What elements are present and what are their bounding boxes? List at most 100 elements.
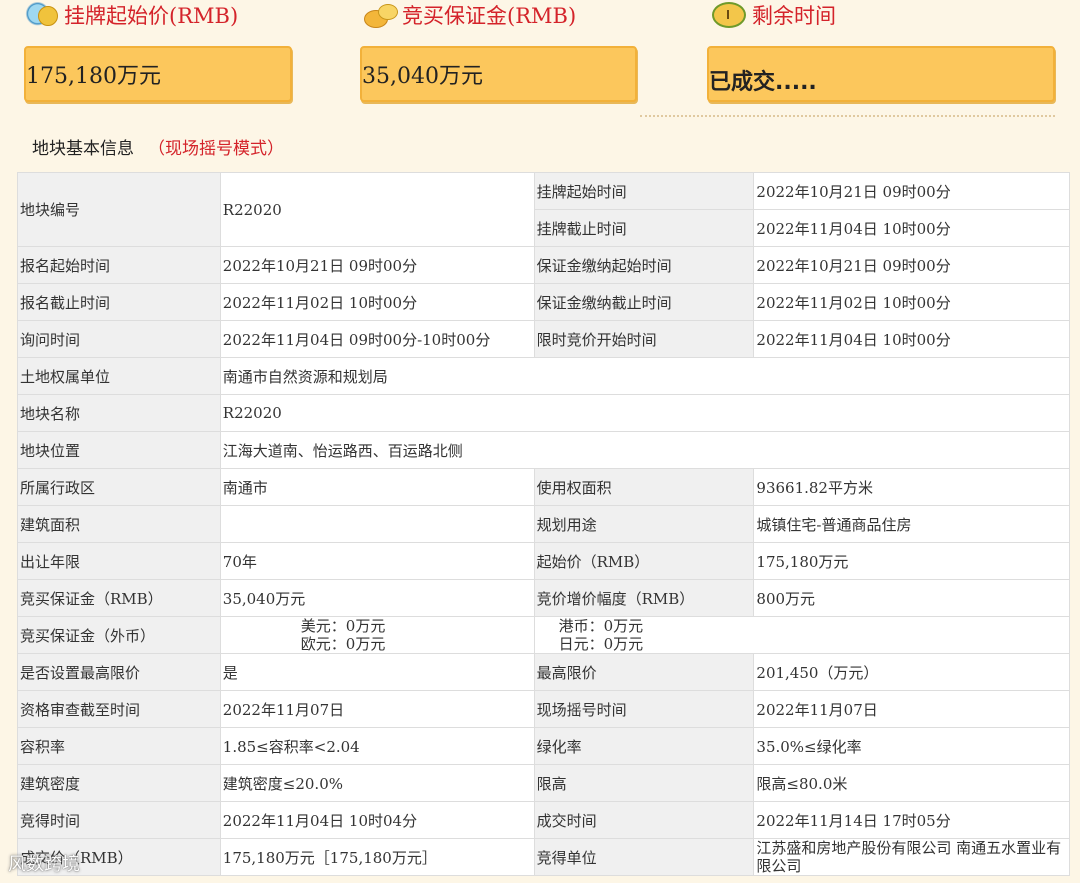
time-left-header: 剩余时间 (712, 0, 836, 30)
deposit-header: 竞买保证金(RMB) (362, 0, 576, 30)
table-row: 报名起始时间 2022年10月21日 09时00分 保证金缴纳起始时间 2022… (17, 246, 1070, 284)
table-cell-value: 35,040万元 (219, 579, 535, 617)
table-row: 资格审查截至时间 2022年11月07日 现场摇号时间 2022年11月07日 (17, 690, 1070, 728)
watermark: 风数跨境 (8, 854, 80, 875)
hkd-deposit: 港币：0万元 (558, 617, 644, 636)
table-cell-value: 35.0%≤绿化率 (753, 727, 1070, 765)
table-cell-label: 地块编号 (17, 172, 221, 247)
jpy-deposit: 日元：0万元 (558, 635, 644, 653)
table-cell-label: 规划用途 (533, 505, 755, 543)
table-cell-label: 地块位置 (17, 431, 221, 469)
time-left-label: 剩余时间 (752, 4, 836, 28)
table-cell-value: 2022年11月04日 09时00分-10时00分 (219, 320, 535, 358)
section-title: 地块基本信息 （现场摇号模式） (32, 134, 284, 159)
table-cell-value: 城镇住宅-普通商品住房 (753, 505, 1070, 543)
eur-deposit: 欧元：0万元 (300, 635, 386, 653)
table-row: 地块编号 R22020 挂牌起始时间 2022年10月21日 09时00分 (17, 172, 1070, 247)
table-cell-value: 2022年11月02日 10时00分 (219, 283, 535, 321)
table-row: 竞得时间 2022年11月04日 10时04分 成交时间 2022年11月14日… (17, 801, 1070, 839)
top-summary: 挂牌起始价(RMB) 竞买保证金(RMB) 剩余时间 175,180万元 35,… (0, 0, 1080, 125)
table-cell-label: 建筑密度 (17, 764, 221, 802)
table-cell-value: 江苏盛和房地产股份有限公司 南通五水置业有限公司 (753, 838, 1070, 876)
start-price-value: 175,180万元 (26, 64, 161, 89)
table-cell-label: 资格审查截至时间 (17, 690, 221, 728)
section-title-text: 地块基本信息 (32, 139, 134, 159)
table-cell-value: 93661.82平方米 (753, 468, 1070, 506)
table-cell-value: 是 (219, 653, 535, 691)
table-cell-label: 出让年限 (17, 542, 221, 580)
deposit-box: 35,040万元 (360, 46, 637, 102)
table-cell-value: 175,180万元［175,180万元］ (219, 838, 535, 876)
table-row: 报名截止时间 2022年11月02日 10时00分 保证金缴纳截止时间 2022… (17, 283, 1070, 321)
table-cell-label: 询问时间 (17, 320, 221, 358)
dotted-divider (640, 115, 1055, 117)
table-cell-label: 是否设置最高限价 (17, 653, 221, 691)
table-cell-label: 竞得时间 (17, 801, 221, 839)
table-cell-label: 竞买保证金（外币） (17, 616, 221, 654)
table-cell-label: 挂牌起始时间 (533, 172, 755, 210)
table-cell-value: 港币：0万元 日元：0万元 (533, 616, 1071, 654)
table-cell-label: 起始价（RMB） (533, 542, 755, 580)
section-mode: （现场摇号模式） (148, 139, 284, 159)
table-cell-label: 竞价增价幅度（RMB） (533, 579, 755, 617)
deposit-label: 竞买保证金(RMB) (402, 4, 577, 28)
table-cell-label: 竞得单位 (533, 838, 755, 876)
table-cell-label: 使用权面积 (533, 468, 755, 506)
table-row: 所属行政区 南通市 使用权面积 93661.82平方米 (17, 468, 1070, 506)
table-cell-label: 最高限价 (533, 653, 755, 691)
table-cell-value: 2022年10月21日 09时00分 (753, 172, 1070, 210)
table-cell-label: 限高 (533, 764, 755, 802)
table-cell-value: 2022年11月04日 10时00分 (753, 209, 1070, 247)
table-cell-label: 现场摇号时间 (533, 690, 755, 728)
table-cell-label: 土地权属单位 (17, 357, 221, 395)
table-row: 成交价（RMB） 175,180万元［175,180万元］ 竞得单位 江苏盛和房… (17, 838, 1070, 876)
table-cell-label: 容积率 (17, 727, 221, 765)
table-cell-label: 挂牌截止时间 (533, 209, 755, 247)
table-row: 容积率 1.85≤容积率<2.04 绿化率 35.0%≤绿化率 (17, 727, 1070, 765)
start-price-box: 175,180万元 (24, 46, 292, 102)
table-cell-value: 2022年10月21日 09时00分 (753, 246, 1070, 284)
time-left-box: 已成交..... (707, 46, 1055, 102)
table-row: 出让年限 70年 起始价（RMB） 175,180万元 (17, 542, 1070, 580)
start-price-label: 挂牌起始价(RMB) (64, 4, 239, 28)
table-row: 建筑面积 规划用途 城镇住宅-普通商品住房 (17, 505, 1070, 543)
table-cell-value: 201,450（万元） (753, 653, 1070, 691)
table-cell-value: 175,180万元 (753, 542, 1070, 580)
table-row: 土地权属单位 南通市自然资源和规划局 (17, 357, 1071, 395)
table-cell-value: 南通市 (219, 468, 535, 506)
table-cell-label: 保证金缴纳起始时间 (533, 246, 755, 284)
table-cell-label: 报名截止时间 (17, 283, 221, 321)
time-left-value: 已成交..... (709, 70, 817, 95)
table-cell-value: R22020 (219, 394, 1071, 432)
table-row: 地块名称 R22020 (17, 394, 1071, 432)
table-cell-value: 2022年10月21日 09时00分 (219, 246, 535, 284)
table-row: 竞买保证金（外币） 美元：0万元 欧元：0万元 港币：0万元 日元：0万元 (17, 616, 1071, 654)
table-cell-label: 竞买保证金（RMB） (17, 579, 221, 617)
table-row: 是否设置最高限价 是 最高限价 201,450（万元） (17, 653, 1070, 691)
table-cell-label: 绿化率 (533, 727, 755, 765)
table-cell-value: 南通市自然资源和规划局 (219, 357, 1071, 395)
table-cell-value: 2022年11月07日 (753, 690, 1070, 728)
table-cell-label: 报名起始时间 (17, 246, 221, 284)
table-cell-value (219, 505, 535, 543)
table-cell-value: 2022年11月07日 (219, 690, 535, 728)
table-cell-value: 1.85≤容积率<2.04 (219, 727, 535, 765)
table-cell-value: 2022年11月04日 10时04分 (219, 801, 535, 839)
table-cell-value: 800万元 (753, 579, 1070, 617)
table-cell-value: 2022年11月04日 10时00分 (753, 320, 1070, 358)
table-cell-value: 建筑密度≤20.0% (219, 764, 535, 802)
table-row: 询问时间 2022年11月04日 09时00分-10时00分 限时竞价开始时间 … (17, 320, 1070, 358)
table-row: 地块位置 江海大道南、怡运路西、百运路北侧 (17, 431, 1071, 469)
table-cell-label: 限时竞价开始时间 (533, 320, 755, 358)
table-cell-label: 保证金缴纳截止时间 (533, 283, 755, 321)
table-cell-value: 限高≤80.0米 (753, 764, 1070, 802)
table-cell-value: 2022年11月02日 10时00分 (753, 283, 1070, 321)
clock-icon (712, 2, 746, 28)
table-cell-label: 地块名称 (17, 394, 221, 432)
table-cell-value: 美元：0万元 欧元：0万元 (219, 616, 535, 654)
table-cell-value: 2022年11月14日 17时05分 (753, 801, 1070, 839)
table-row: 竞买保证金（RMB） 35,040万元 竞价增价幅度（RMB） 800万元 (17, 579, 1070, 617)
table-cell-label: 所属行政区 (17, 468, 221, 506)
money-icon (24, 2, 58, 28)
usd-deposit: 美元：0万元 (300, 617, 386, 636)
